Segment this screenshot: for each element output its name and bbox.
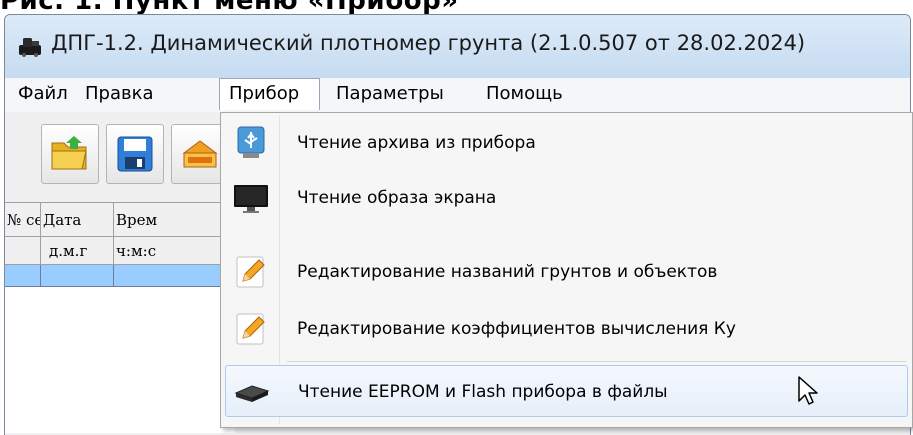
caption-text: Рис. 1. Пункт меню «Прибор»: [0, 0, 459, 16]
menu-item-label: Чтение образа экрана: [297, 188, 497, 208]
window-title: ДПГ-1.2. Динамический плотномер грунта (…: [51, 31, 806, 55]
usb-icon: [237, 126, 265, 158]
data-table[interactable]: № се Дата Врем д.м.г ч:м:с: [5, 202, 235, 433]
menu-item-edit-soil-names[interactable]: Редактирование названий грунтов и объект…: [225, 246, 908, 298]
unit-cell-time: ч:м:с: [114, 237, 235, 265]
menu-item-label: Чтение архива из прибора: [297, 133, 536, 153]
app-icon: [19, 38, 41, 57]
open-folder-icon: [51, 136, 87, 170]
menu-item-label: Редактирование названий грунтов и объект…: [297, 262, 718, 282]
menu-separator: [287, 361, 906, 362]
menu-file[interactable]: Файл: [9, 78, 77, 110]
column-header-time[interactable]: Врем: [114, 203, 235, 237]
column-header-date[interactable]: Дата: [41, 203, 114, 237]
unit-cell-number: [5, 237, 41, 265]
menu-bar: Файл Правка Прибор Параметры Помощь: [5, 78, 910, 113]
pencil-icon: [236, 313, 265, 345]
menu-item-read-archive[interactable]: Чтение архива из прибора: [225, 117, 908, 169]
pencil-icon: [236, 256, 265, 288]
monitor-icon: [234, 185, 268, 213]
save-floppy-icon: [117, 136, 153, 172]
menu-item-label: Чтение EEPROM и Flash прибора в файлы: [298, 382, 668, 402]
menu-item-label: Редактирование коэффициентов вычисления …: [297, 319, 736, 339]
save-button[interactable]: [106, 124, 164, 184]
menu-edit[interactable]: Правка: [76, 78, 163, 110]
menu-parameters[interactable]: Параметры: [327, 78, 453, 110]
open-button[interactable]: [41, 124, 99, 184]
table-row-cell[interactable]: [114, 265, 235, 287]
menu-help[interactable]: Помощь: [477, 78, 572, 110]
mouse-cursor-icon: [798, 376, 818, 405]
menu-device[interactable]: Прибор: [219, 78, 320, 110]
column-header-number[interactable]: № се: [5, 203, 41, 237]
menu-item-edit-coefficients[interactable]: Редактирование коэффициентов вычисления …: [225, 303, 908, 355]
title-bar: ДПГ-1.2. Динамический плотномер грунта (…: [5, 15, 910, 78]
close-file-icon: [182, 140, 218, 168]
close-button[interactable]: [171, 124, 225, 184]
table-row-cell[interactable]: [5, 265, 41, 287]
chip-icon: [234, 385, 270, 402]
unit-cell-date: д.м.г: [41, 237, 114, 265]
table-row-cell[interactable]: [41, 265, 114, 287]
menu-item-read-screen[interactable]: Чтение образа экрана: [225, 172, 908, 224]
